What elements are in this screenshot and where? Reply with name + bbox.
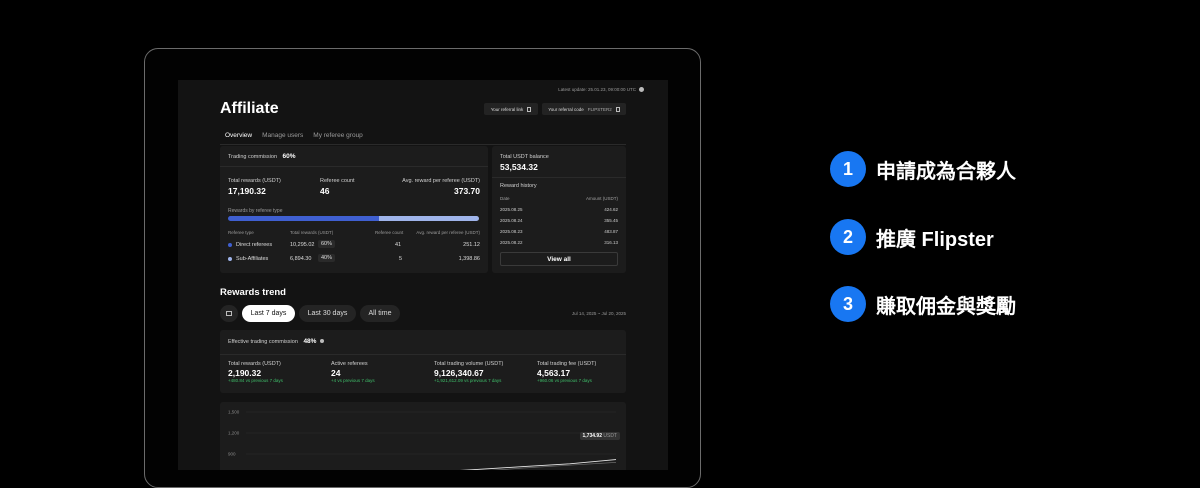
commission-card: Trading commission 60% Total rewards (US… bbox=[220, 146, 488, 273]
last-update-text: Latest update: 25.01.23, 09:00:00 UTC bbox=[558, 87, 636, 92]
percent-badge: 40% bbox=[318, 254, 336, 262]
col-avg-reward: Avg. reward per referee (USDT) bbox=[416, 230, 480, 235]
y-tick-label: 1,500 bbox=[228, 410, 240, 415]
effective-commission-label: Effective trading commission bbox=[228, 339, 298, 345]
copy-icon bbox=[615, 106, 620, 112]
step-item: 1 申請成為合夥人 bbox=[830, 151, 1016, 187]
step-item: 3 賺取佣金與獎勵 bbox=[830, 286, 1016, 322]
effective-commission-value: 48% bbox=[303, 338, 317, 345]
filter-last-7-days[interactable]: Last 7 days bbox=[242, 305, 295, 322]
step-number-badge: 1 bbox=[830, 151, 866, 187]
trend-stats-card: Effective trading commission 48% Total r… bbox=[220, 330, 626, 393]
calendar-button[interactable] bbox=[220, 305, 238, 322]
step-item: 2 推廣 Flipster bbox=[830, 219, 994, 255]
col-referee-count: Referee count bbox=[375, 230, 404, 235]
rewards-by-type-label: Rewards by referee type bbox=[228, 208, 283, 214]
rewards-trend-title: Rewards trend bbox=[220, 287, 286, 298]
rewards-split-bar bbox=[228, 216, 479, 221]
rewards-line-chart: 1,5001,200900600 bbox=[228, 410, 617, 470]
balance-card: Total USDT balance 53,534.32 Reward hist… bbox=[492, 146, 626, 273]
stat-total-rewards: Total rewards (USDT) 2,190.32 +480.84 vs… bbox=[228, 361, 283, 383]
series-line bbox=[459, 459, 617, 470]
filter-last-30-days[interactable]: Last 30 days bbox=[299, 305, 356, 322]
direct-referees-bar bbox=[228, 216, 379, 221]
total-rewards-value: 17,190.32 bbox=[228, 186, 266, 196]
step-text: 申請成為合夥人 bbox=[876, 160, 1016, 183]
balance-label: Total USDT balance bbox=[500, 154, 549, 160]
avg-reward-label: Avg. reward per referee (USDT) bbox=[402, 178, 480, 184]
step-text: 推廣 Flipster bbox=[876, 228, 994, 251]
col-total-rewards: Total rewards (USDT) bbox=[290, 230, 334, 235]
history-row: 2025.08.23 483.87 bbox=[500, 229, 618, 234]
reward-history-label: Reward history bbox=[500, 183, 537, 189]
stat-trading-fee: Total trading fee (USDT) 4,563.17 +960.0… bbox=[537, 361, 597, 383]
referral-link-button[interactable]: Your referral link bbox=[484, 103, 538, 115]
sub-affiliates-bar bbox=[378, 216, 479, 221]
referral-code-button[interactable]: Your referral code FLIPSTER2 bbox=[542, 103, 626, 115]
stat-trading-volume: Total trading volume (USDT) 9,126,340.67… bbox=[434, 361, 504, 383]
info-icon bbox=[319, 339, 324, 343]
sub-dot-icon bbox=[228, 257, 232, 261]
chart-tooltip: 1,734.92 USDT bbox=[579, 432, 620, 440]
referee-count-value: 46 bbox=[320, 186, 330, 196]
info-icon bbox=[639, 87, 644, 92]
step-number-badge: 3 bbox=[830, 286, 866, 322]
col-referee-type: Referee type bbox=[228, 230, 254, 235]
history-row: 2025.08.22 316.13 bbox=[500, 240, 618, 245]
avg-reward-value: 373.70 bbox=[454, 186, 480, 196]
step-text: 賺取佣金與獎勵 bbox=[876, 295, 1016, 318]
divider bbox=[220, 166, 488, 167]
trading-commission-label: Trading commission bbox=[228, 154, 278, 160]
history-row: 2025.08.24 355.45 bbox=[500, 218, 618, 223]
calendar-icon bbox=[226, 311, 232, 316]
referee-count-label: Referee count bbox=[320, 178, 355, 184]
table-row: Sub-Affiliates 6,894.30 40% 5 1,398.86 bbox=[228, 254, 480, 266]
date-range: Jul 14, 2025 ~ Jul 20, 2025 bbox=[571, 311, 626, 316]
step-number-badge: 2 bbox=[830, 219, 866, 255]
total-rewards-label: Total rewards (USDT) bbox=[228, 178, 281, 184]
filter-all-time[interactable]: All time bbox=[360, 305, 400, 322]
trading-commission-value: 60% bbox=[282, 153, 296, 160]
history-header: Date Amount (USDT) bbox=[500, 196, 618, 201]
page-title: Affiliate bbox=[220, 100, 279, 117]
referral-code-value: FLIPSTER2 bbox=[587, 106, 612, 112]
tab-divider bbox=[220, 144, 626, 145]
direct-dot-icon bbox=[228, 243, 232, 247]
view-all-button[interactable]: View all bbox=[500, 252, 618, 266]
y-tick-label: 1,200 bbox=[228, 431, 240, 436]
copy-icon bbox=[527, 106, 532, 112]
balance-value: 53,534.32 bbox=[500, 162, 538, 172]
series-line bbox=[492, 462, 617, 470]
divider bbox=[220, 354, 626, 355]
divider bbox=[492, 177, 626, 178]
table-row: Direct referees 10,295.02 60% 41 251.12 bbox=[228, 240, 480, 252]
history-row: 2025.08.25 424.62 bbox=[500, 207, 618, 212]
affiliate-dashboard: Latest update: 25.01.23, 09:00:00 UTC Af… bbox=[178, 80, 668, 470]
y-tick-label: 900 bbox=[228, 452, 236, 457]
percent-badge: 60% bbox=[318, 240, 336, 248]
rewards-chart-card: 1,5001,200900600 1,734.92 USDT bbox=[220, 402, 626, 470]
stat-active-referees: Active referees 24 +4 vs previous 7 days bbox=[331, 361, 375, 383]
